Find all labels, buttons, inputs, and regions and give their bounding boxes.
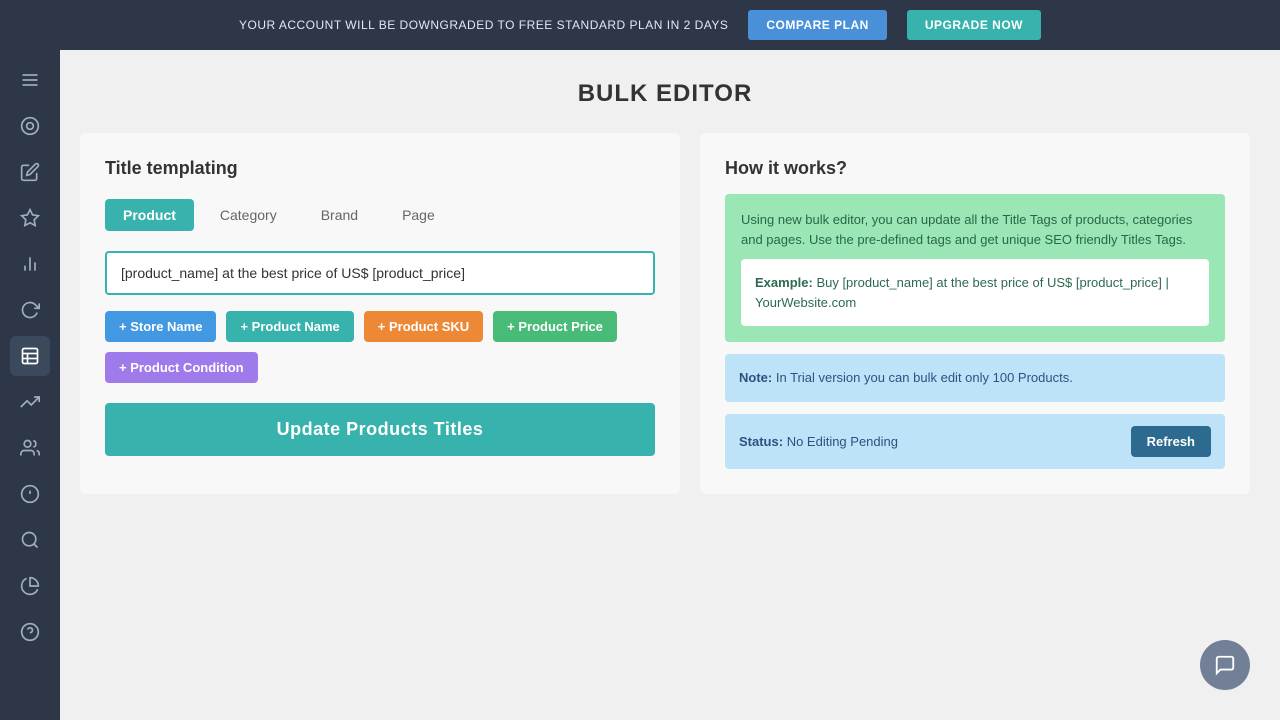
top-banner: YOUR ACCOUNT WILL BE DOWNGRADED TO FREE … — [0, 0, 1280, 50]
sidebar-item-palette[interactable] — [10, 106, 50, 146]
sidebar-item-group[interactable] — [10, 428, 50, 468]
status-label: Status: — [739, 434, 783, 449]
tag-product-sku[interactable]: + Product SKU — [364, 311, 483, 342]
info-description-text: Using new bulk editor, you can update al… — [741, 212, 1192, 247]
tag-store-name[interactable]: + Store Name — [105, 311, 216, 342]
how-it-works-heading: How it works? — [725, 158, 1225, 179]
info-description-box: Using new bulk editor, you can update al… — [725, 194, 1225, 342]
tabs-container: Product Category Brand Page — [105, 199, 655, 231]
sidebar — [0, 50, 60, 720]
compare-plan-button[interactable]: COMPARE PLAN — [748, 10, 886, 40]
how-it-works-card: How it works? Using new bulk editor, you… — [700, 133, 1250, 494]
example-label: Example: — [755, 275, 813, 290]
sidebar-item-star[interactable] — [10, 198, 50, 238]
banner-text: YOUR ACCOUNT WILL BE DOWNGRADED TO FREE … — [239, 18, 728, 32]
card-heading: Title templating — [105, 158, 655, 179]
sidebar-item-help[interactable] — [10, 612, 50, 652]
upgrade-now-button[interactable]: UPGRADE NOW — [907, 10, 1041, 40]
example-box: Example: Buy [product_name] at the best … — [741, 259, 1209, 326]
tab-brand[interactable]: Brand — [303, 199, 376, 231]
sidebar-item-search[interactable] — [10, 520, 50, 560]
example-text: Buy [product_name] at the best price of … — [755, 275, 1169, 310]
update-products-button[interactable]: Update Products Titles — [105, 403, 655, 456]
page-title: BULK EDITOR — [80, 80, 1250, 108]
tag-product-condition[interactable]: + Product Condition — [105, 352, 258, 383]
title-templating-card: Title templating Product Category Brand … — [80, 133, 680, 494]
sidebar-item-trending[interactable] — [10, 382, 50, 422]
tag-product-name[interactable]: + Product Name — [226, 311, 353, 342]
note-text: In Trial version you can bulk edit only … — [776, 370, 1073, 385]
tag-buttons-container: + Store Name + Product Name + Product SK… — [105, 311, 655, 383]
tab-category[interactable]: Category — [202, 199, 295, 231]
sidebar-item-refresh[interactable] — [10, 290, 50, 330]
chat-button[interactable] — [1200, 640, 1250, 690]
sidebar-item-edit[interactable] — [10, 152, 50, 192]
sidebar-item-chart[interactable] — [10, 244, 50, 284]
refresh-button[interactable]: Refresh — [1131, 426, 1211, 457]
sidebar-item-alert[interactable] — [10, 474, 50, 514]
note-label: Note: — [739, 370, 772, 385]
sidebar-item-menu[interactable] — [10, 60, 50, 100]
tab-page[interactable]: Page — [384, 199, 453, 231]
tag-product-price[interactable]: + Product Price — [493, 311, 617, 342]
status-text: Status: No Editing Pending — [739, 434, 898, 449]
main-content: i BULK EDITOR Title templating Product C… — [60, 50, 1280, 720]
sidebar-item-table[interactable] — [10, 336, 50, 376]
note-box: Note: In Trial version you can bulk edit… — [725, 354, 1225, 402]
sidebar-item-pie[interactable] — [10, 566, 50, 606]
status-box: Status: No Editing Pending Refresh — [725, 414, 1225, 469]
template-input[interactable] — [105, 251, 655, 295]
tab-product[interactable]: Product — [105, 199, 194, 231]
status-value: No Editing Pending — [787, 434, 898, 449]
